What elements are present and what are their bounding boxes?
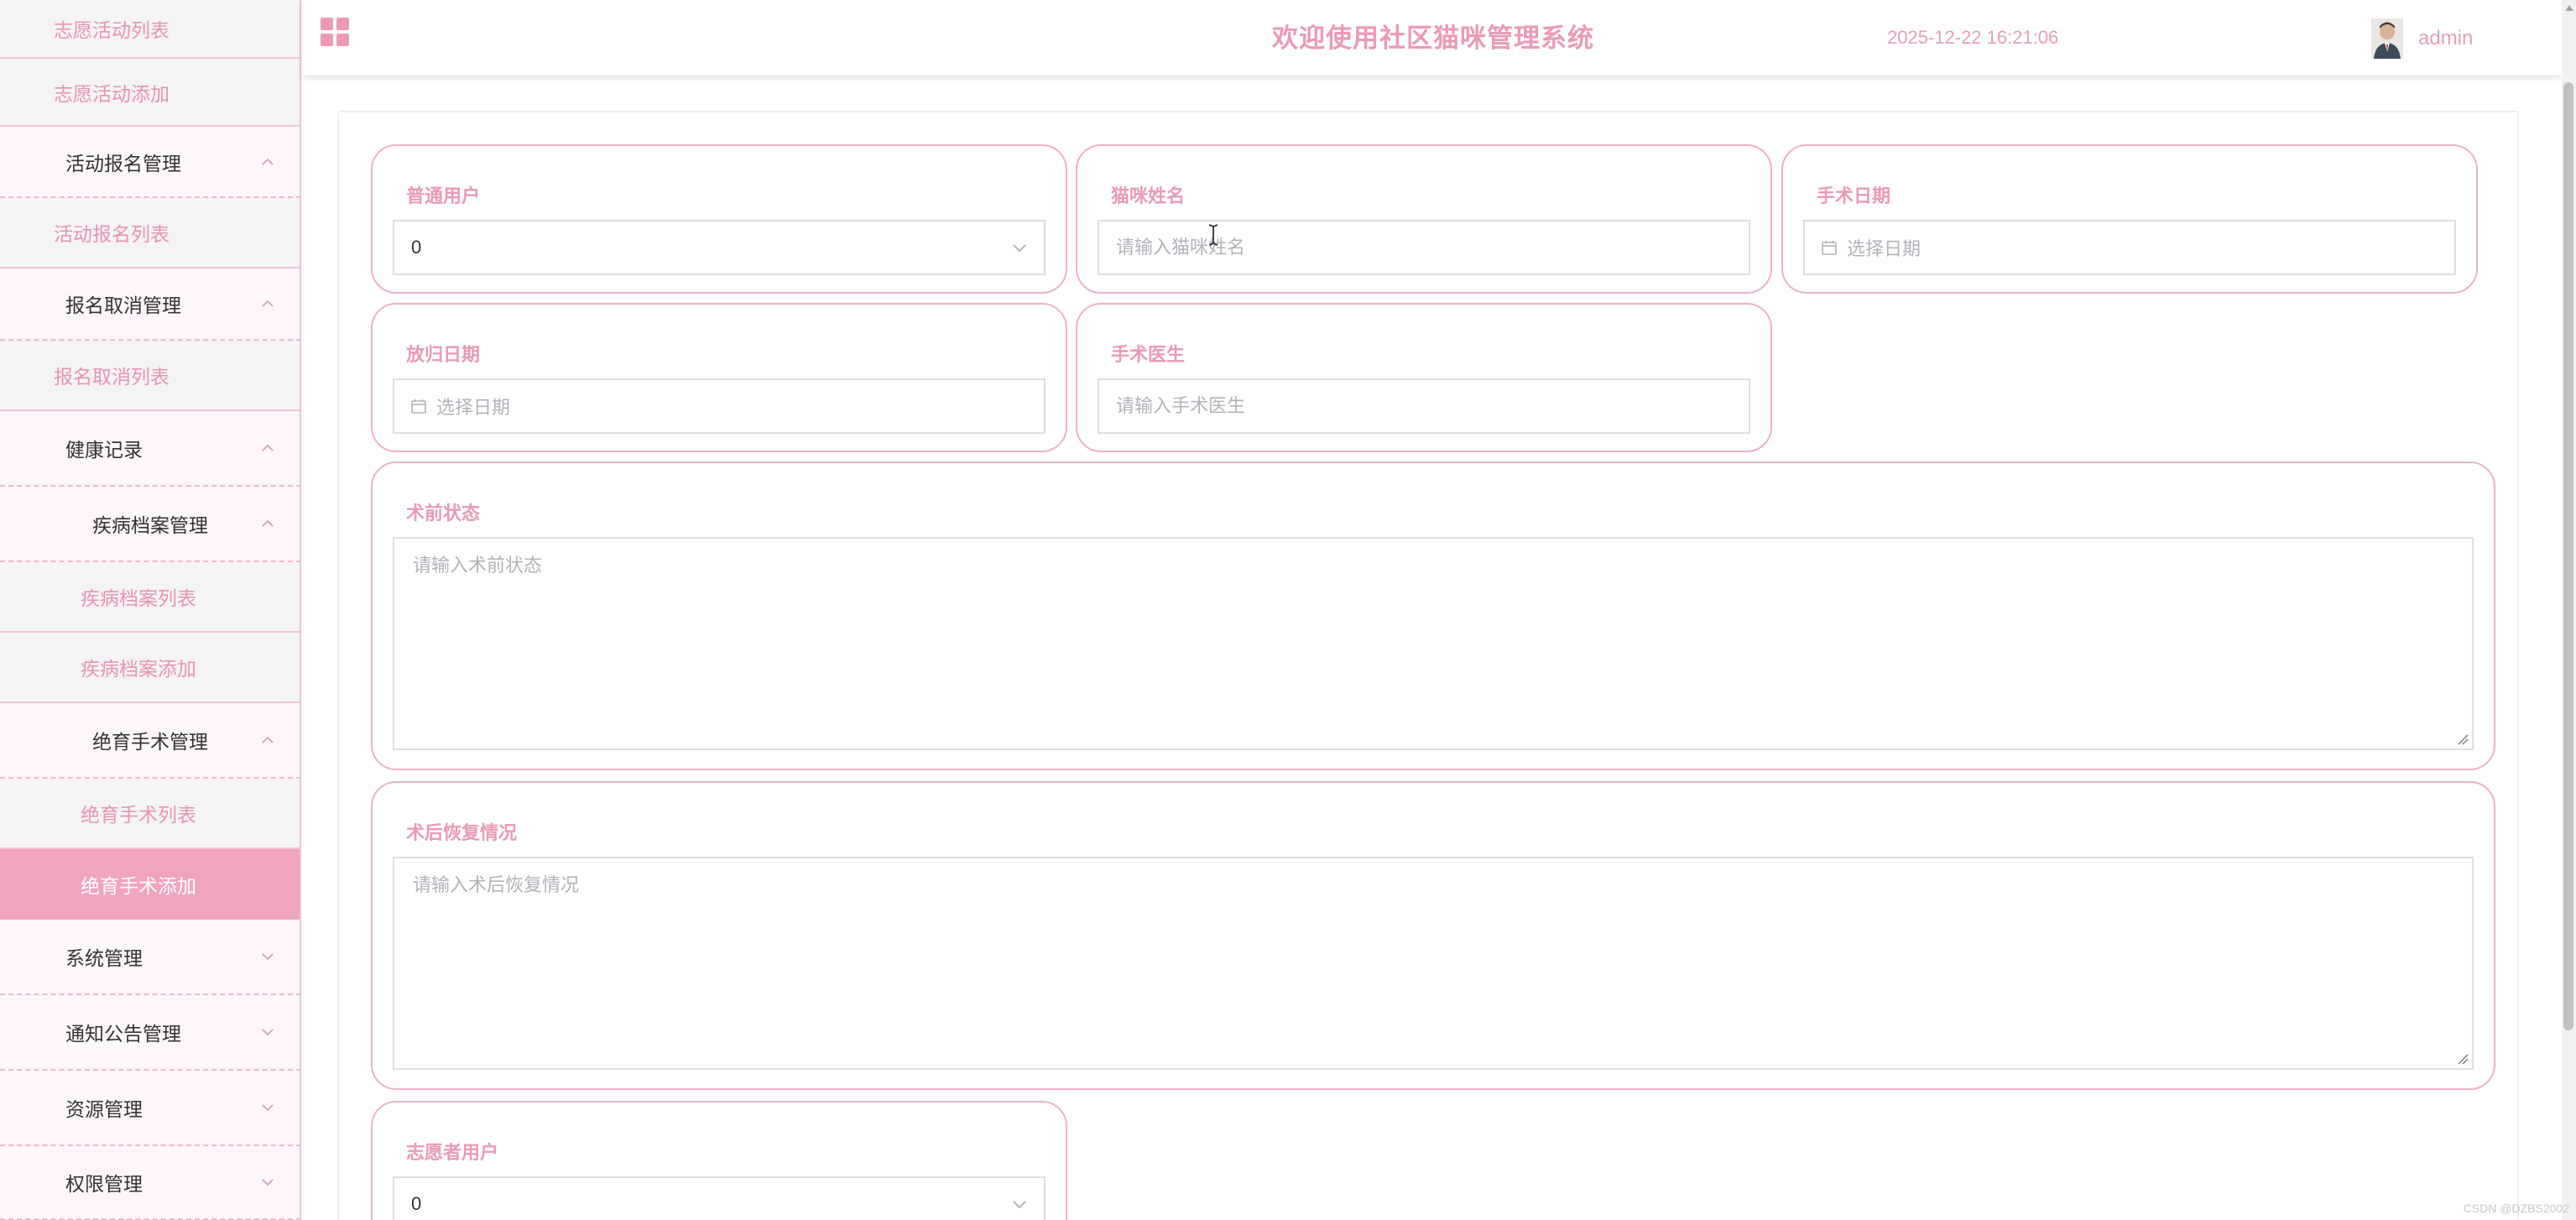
return-date-card: 放归日期 选择日期 — [371, 303, 1067, 452]
post-op-recovery-textarea[interactable]: 请输入术后恢复情况 — [393, 857, 2474, 1070]
sidebar-item-5[interactable]: 报名取消列表 — [0, 341, 300, 411]
datetime-text: 2025-12-22 16:21:06 — [1887, 27, 2059, 48]
sidebar-item-label: 志愿活动列表 — [54, 19, 169, 41]
sidebar-item-label: 活动报名管理 — [65, 152, 181, 175]
username-label[interactable]: admin — [2418, 27, 2473, 50]
cat-name-input[interactable] — [1099, 222, 1749, 274]
sidebar-menu-6[interactable]: 健康记录 — [0, 411, 300, 487]
sidebar-item-11[interactable]: 绝育手术列表 — [0, 779, 300, 849]
sidebar-item-9[interactable]: 疾病档案添加 — [0, 633, 300, 703]
sidebar-item-label: 绝育手术管理 — [92, 731, 208, 753]
surgeon-label: 手术医生 — [1111, 344, 1186, 365]
sidebar-item-label: 活动报名列表 — [54, 223, 169, 245]
top-header: 欢迎使用社区猫咪管理系统 2025-12-22 16:21:06 admin — [303, 0, 2562, 76]
surgeon-card: 手术医生 — [1076, 303, 1772, 452]
sidebar-menu-4[interactable]: 报名取消管理 — [0, 269, 300, 341]
text-cursor-icon — [1207, 223, 1220, 247]
sidebar-item-label: 疾病档案列表 — [81, 587, 196, 609]
sidebar-menu-15[interactable]: 资源管理 — [0, 1071, 300, 1146]
chevron-down-icon — [259, 1099, 276, 1116]
ordinary-user-card: 普通用户 0 — [371, 144, 1067, 294]
post-op-recovery-placeholder: 请输入术后恢复情况 — [413, 874, 580, 895]
post-op-recovery-card: 术后恢复情况 请输入术后恢复情况 — [371, 781, 2495, 1090]
chevron-up-icon — [259, 154, 276, 170]
chevron-down-icon — [259, 1174, 276, 1191]
sidebar-item-8[interactable]: 疾病档案列表 — [0, 562, 300, 633]
post-op-recovery-label: 术后恢复情况 — [406, 822, 518, 843]
volunteer-user-select[interactable]: 0 — [393, 1176, 1046, 1220]
cat-name-card: 猫咪姓名 — [1076, 144, 1772, 294]
chevron-down-icon — [1010, 238, 1029, 257]
return-date-label: 放归日期 — [406, 344, 481, 365]
surgery-date-placeholder: 选择日期 — [1847, 238, 1922, 259]
volunteer-user-card: 志愿者用户 0 — [371, 1101, 1067, 1220]
chevron-down-icon — [259, 948, 276, 965]
volunteer-user-value: 0 — [411, 1193, 422, 1214]
sidebar-item-label: 资源管理 — [65, 1098, 143, 1120]
sidebar-item-label: 权限管理 — [65, 1173, 143, 1195]
sidebar: 志愿活动列表 志愿活动添加活动报名管理活动报名列表报名取消管理报名取消列表健康记录… — [0, 0, 301, 1220]
ordinary-user-select[interactable]: 0 — [393, 220, 1046, 275]
volunteer-user-label: 志愿者用户 — [406, 1142, 499, 1163]
pre-op-status-placeholder: 请输入术前状态 — [413, 555, 543, 576]
sidebar-menu-7[interactable]: 疾病档案管理 — [0, 487, 300, 562]
ordinary-user-label: 普通用户 — [406, 185, 481, 206]
cat-name-label: 猫咪姓名 — [1111, 185, 1186, 206]
chevron-down-icon — [1010, 1195, 1029, 1213]
sidebar-menu-2[interactable]: 活动报名管理 — [0, 127, 300, 198]
sidebar-menu-13[interactable]: 系统管理 — [0, 920, 300, 995]
grid-icon[interactable] — [320, 17, 350, 47]
sidebar-menu-14[interactable]: 通知公告管理 — [0, 995, 300, 1071]
chevron-up-icon — [259, 295, 276, 312]
return-date-picker[interactable]: 选择日期 — [393, 378, 1046, 434]
resize-handle-icon[interactable] — [2457, 1053, 2469, 1065]
avatar[interactable] — [2371, 18, 2403, 59]
surgery-date-label: 手术日期 — [1817, 185, 1891, 206]
sidebar-menu-10[interactable]: 绝育手术管理 — [0, 703, 300, 779]
sidebar-item-label: 报名取消管理 — [65, 295, 181, 316]
sidebar-item-label: 报名取消列表 — [54, 366, 169, 388]
calendar-icon — [409, 397, 428, 415]
resize-handle-icon[interactable] — [2457, 733, 2469, 745]
sidebar-item-0[interactable]: 志愿活动列表 — [0, 0, 300, 59]
sidebar-item-label: 绝育手术列表 — [81, 804, 196, 826]
surgeon-input[interactable] — [1099, 380, 1749, 432]
calendar-icon — [1820, 238, 1838, 257]
surgery-date-card: 手术日期 选择日期 — [1781, 144, 2478, 294]
chevron-up-icon — [259, 515, 276, 532]
return-date-placeholder: 选择日期 — [436, 397, 511, 418]
sidebar-item-label: 系统管理 — [65, 947, 143, 969]
cat-name-field[interactable] — [1098, 220, 1750, 275]
sidebar-item-label: 绝育手术添加 — [81, 875, 196, 897]
page-scrollbar[interactable] — [2562, 0, 2576, 1220]
pre-op-status-textarea[interactable]: 请输入术前状态 — [393, 537, 2474, 750]
pre-op-status-card: 术前状态 请输入术前状态 — [371, 461, 2495, 770]
pre-op-status-label: 术前状态 — [406, 503, 481, 524]
surgery-date-picker[interactable]: 选择日期 — [1803, 220, 2456, 275]
scroll-up-icon[interactable] — [2565, 5, 2573, 11]
sidebar-item-12[interactable]: 绝育手术添加 — [0, 849, 300, 920]
sidebar-item-1[interactable]: 志愿活动添加 — [0, 59, 300, 127]
sidebar-item-label: 疾病档案添加 — [81, 658, 196, 680]
sidebar-item-label: 疾病档案管理 — [92, 514, 208, 536]
app-root: 志愿活动列表 志愿活动添加活动报名管理活动报名列表报名取消管理报名取消列表健康记录… — [0, 0, 2576, 1220]
ordinary-user-value: 0 — [411, 237, 422, 258]
chevron-up-icon — [259, 440, 276, 456]
scrollbar-thumb[interactable] — [2563, 82, 2573, 1030]
sidebar-item-3[interactable]: 活动报名列表 — [0, 198, 300, 269]
watermark: CSDN @DZBS2002 — [2463, 1202, 2569, 1215]
chevron-down-icon — [259, 1024, 276, 1040]
page-title: 欢迎使用社区猫咪管理系统 — [1272, 23, 1594, 53]
chevron-up-icon — [259, 732, 276, 748]
sidebar-menu-16[interactable]: 权限管理 — [0, 1146, 300, 1220]
sidebar-item-label: 志愿活动添加 — [54, 82, 169, 105]
surgeon-field[interactable] — [1098, 378, 1750, 434]
sidebar-item-label: 通知公告管理 — [65, 1023, 181, 1045]
sidebar-item-label: 健康记录 — [65, 439, 143, 461]
